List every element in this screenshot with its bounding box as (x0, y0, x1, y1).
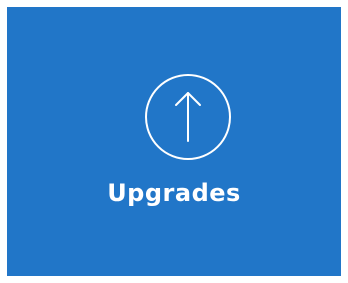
arrow-up-circle-icon (144, 73, 232, 161)
tile-label: Upgrades (107, 179, 241, 207)
upgrades-tile[interactable]: Upgrades (7, 7, 341, 276)
